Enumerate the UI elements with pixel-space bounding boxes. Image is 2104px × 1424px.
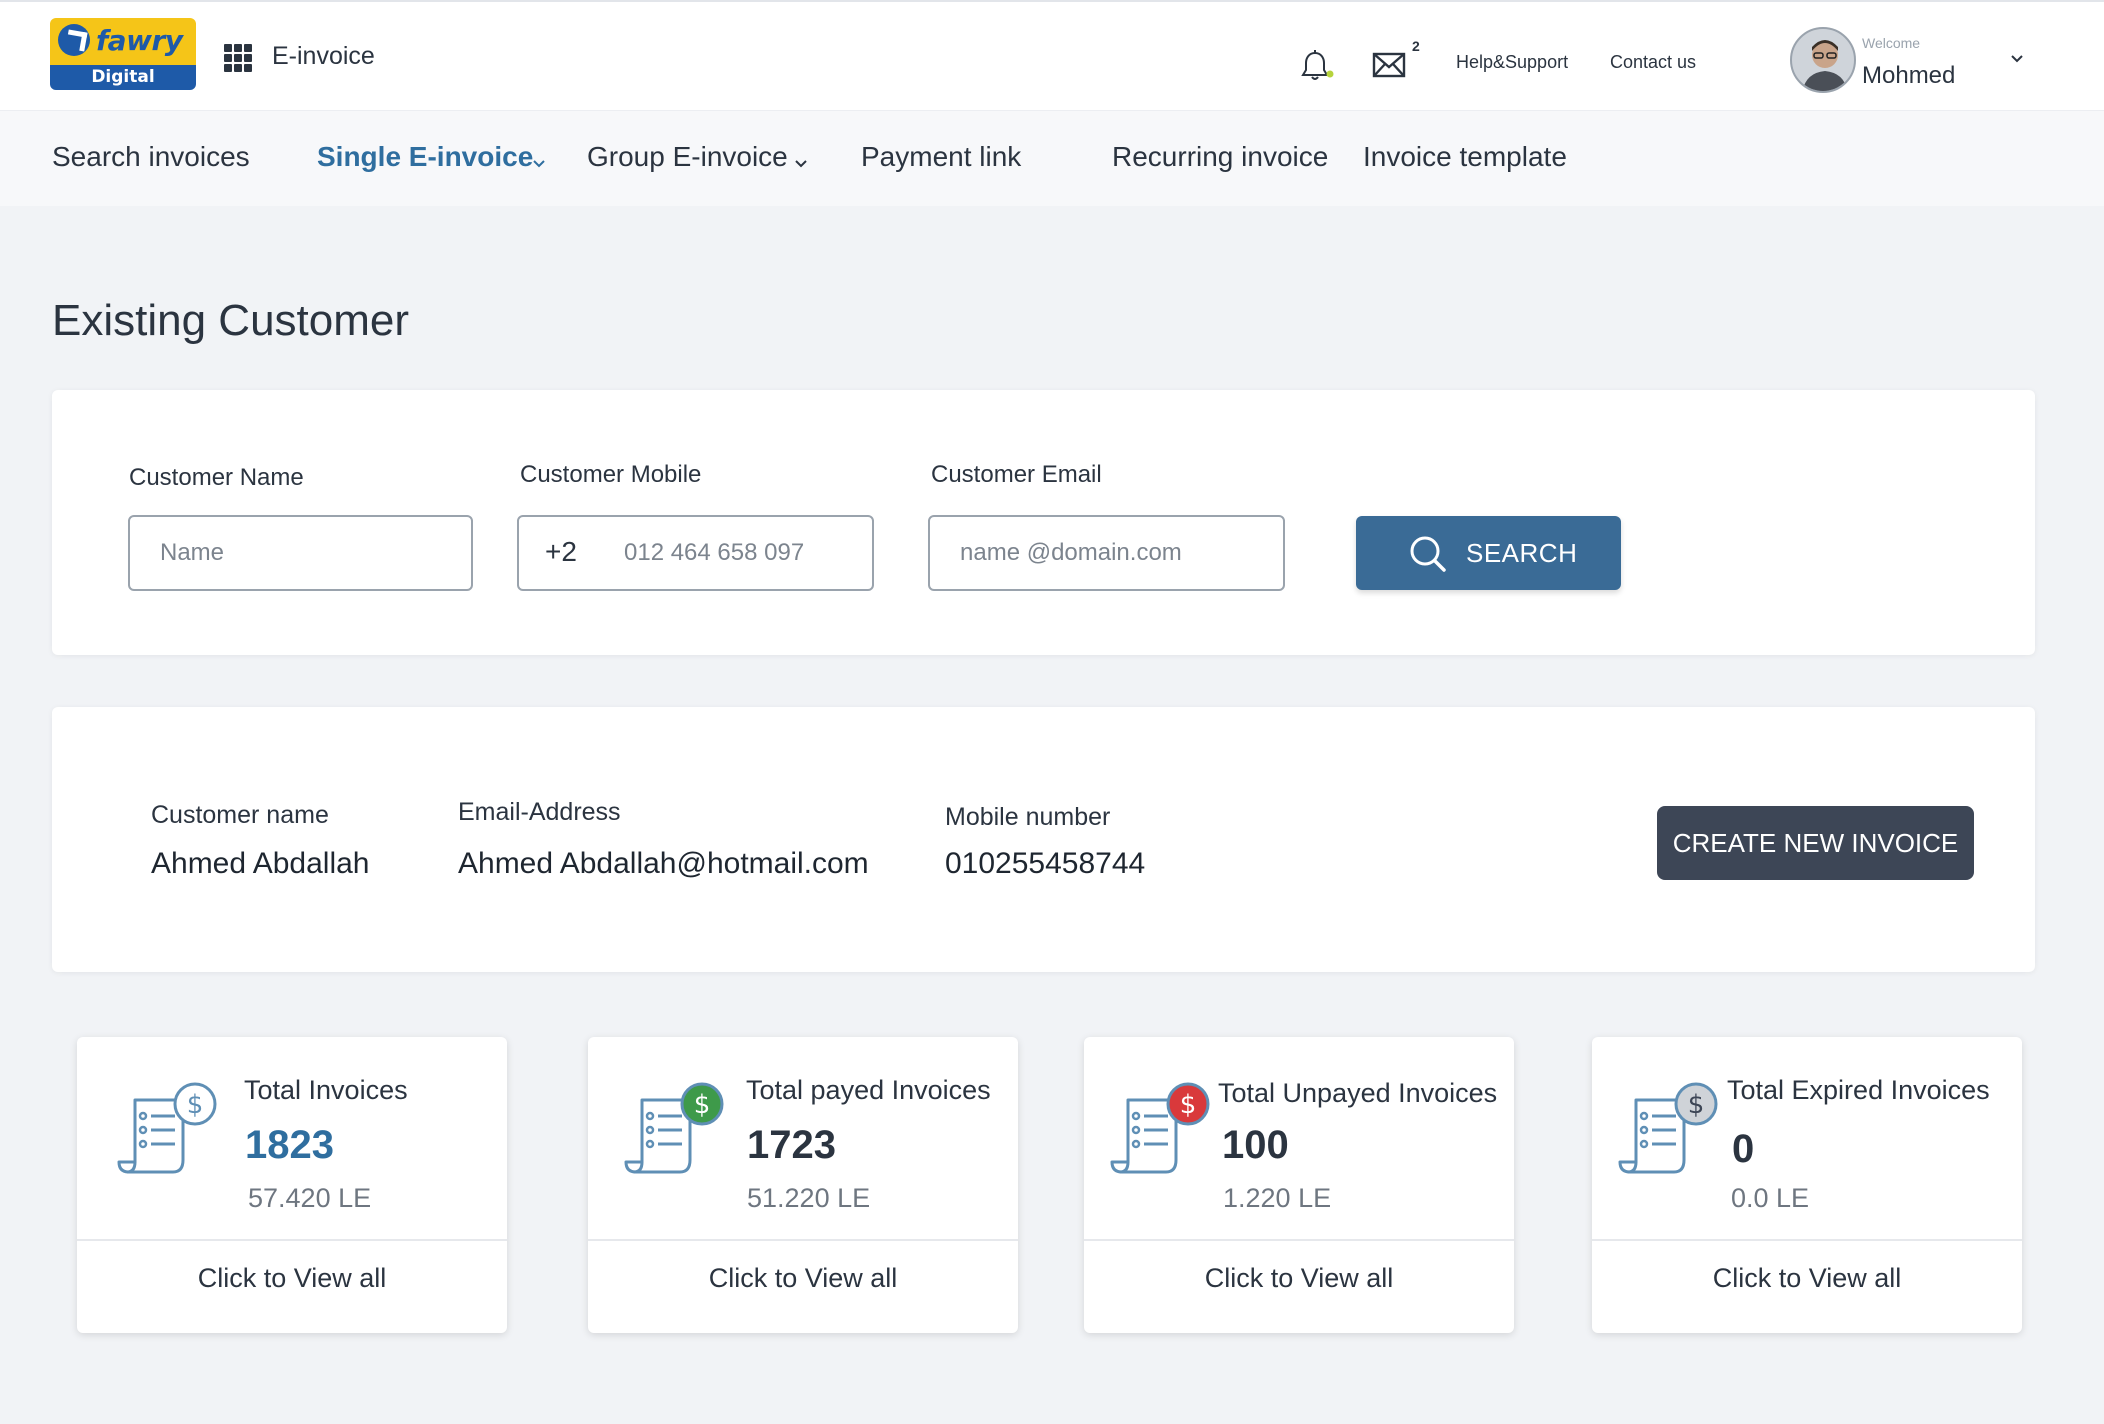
- welcome-label: Welcome: [1862, 35, 1921, 51]
- stat-card-unpayed: $ Total Unpayed Invoices 100 1.220 LE Cl…: [1084, 1037, 1514, 1333]
- customer-name-value: Ahmed Abdallah: [151, 847, 370, 880]
- stat-card-payed: $ Total payed Invoices 1723 51.220 LE Cl…: [588, 1037, 1018, 1333]
- email-address-value: Ahmed Abdallah@hotmail.com: [458, 847, 869, 880]
- svg-text:$: $: [694, 1090, 711, 1120]
- customer-email-input[interactable]: name @domain.com: [928, 515, 1285, 591]
- notification-bell-icon[interactable]: [1298, 48, 1334, 84]
- stat-count: 100: [1222, 1123, 1289, 1167]
- view-all-link[interactable]: Click to View all: [77, 1263, 507, 1294]
- nav-payment-link[interactable]: Payment link: [861, 141, 1021, 173]
- svg-text:$: $: [1180, 1090, 1197, 1120]
- stat-title: Total payed Invoices: [746, 1075, 991, 1105]
- nav-invoice-template[interactable]: Invoice template: [1363, 141, 1567, 173]
- mail-count-badge: 2: [1412, 38, 1420, 54]
- svg-text:$: $: [1688, 1090, 1705, 1120]
- stat-amount: 1.220 LE: [1223, 1183, 1332, 1213]
- svg-text:$: $: [187, 1090, 204, 1120]
- fawry-logo[interactable]: fawry Digital: [50, 18, 196, 90]
- page-title: Existing Customer: [52, 296, 410, 345]
- main-nav: Search invoices Single E-invoice Group E…: [0, 111, 2104, 206]
- user-name[interactable]: Mohmed: [1862, 62, 1955, 90]
- stat-card-total: $ Total Invoices 1823 57.420 LE Click to…: [77, 1037, 507, 1333]
- search-icon: [1410, 536, 1446, 572]
- stat-count: 0: [1732, 1127, 1755, 1171]
- view-all-link[interactable]: Click to View all: [588, 1263, 1018, 1294]
- stat-title: Total Unpayed Invoices: [1218, 1078, 1498, 1108]
- invoice-dollar-icon: $: [117, 1082, 217, 1174]
- stat-count: 1823: [245, 1123, 334, 1167]
- top-header: fawry Digital E-invoice 2 Help&Support C…: [0, 0, 2104, 111]
- nav-search-invoices[interactable]: Search invoices: [52, 141, 250, 173]
- country-code-prefix: +2: [545, 536, 577, 567]
- view-all-link[interactable]: Click to View all: [1592, 1263, 2022, 1294]
- create-new-invoice-button[interactable]: CREATE NEW INVOICE: [1657, 806, 1974, 880]
- invoice-expired-icon: $: [1618, 1082, 1718, 1174]
- customer-mobile-label: Customer Mobile: [520, 461, 702, 488]
- stat-title: Total Expired Invoices: [1727, 1075, 1990, 1105]
- chevron-down-icon[interactable]: [532, 157, 546, 171]
- customer-email-label: Customer Email: [931, 461, 1102, 488]
- chevron-down-icon[interactable]: [2010, 52, 2024, 66]
- mobile-number-value: 010255458744: [945, 847, 1146, 880]
- customer-name-input[interactable]: Name: [128, 515, 473, 591]
- chevron-down-icon[interactable]: [794, 157, 808, 171]
- search-button[interactable]: SEARCH: [1356, 516, 1621, 590]
- app-title: E-invoice: [272, 42, 375, 70]
- logo-sub: Digital: [50, 65, 196, 90]
- nav-group-e-invoice[interactable]: Group E-invoice: [587, 141, 788, 173]
- customer-name-label: Customer Name: [129, 464, 304, 491]
- stat-amount: 57.420 LE: [248, 1183, 372, 1213]
- help-support-link[interactable]: Help&Support: [1456, 52, 1568, 73]
- invoice-paid-icon: $: [624, 1082, 724, 1174]
- customer-name-field-label: Customer name: [151, 801, 329, 829]
- stat-count: 1723: [747, 1123, 836, 1167]
- nav-recurring-invoice[interactable]: Recurring invoice: [1112, 141, 1328, 173]
- mobile-number-label: Mobile number: [945, 803, 1111, 831]
- nav-single-e-invoice[interactable]: Single E-invoice: [317, 141, 533, 173]
- invoice-unpaid-icon: $: [1110, 1082, 1210, 1174]
- view-all-link[interactable]: Click to View all: [1084, 1263, 1514, 1294]
- stat-title: Total Invoices: [244, 1075, 408, 1105]
- stat-amount: 0.0 LE: [1731, 1183, 1810, 1213]
- email-address-label: Email-Address: [458, 798, 621, 826]
- apps-grid-icon[interactable]: [224, 44, 252, 72]
- stat-amount: 51.220 LE: [747, 1183, 871, 1213]
- stat-card-expired: $ Total Expired Invoices 0 0.0 LE Click …: [1592, 1037, 2022, 1333]
- logo-word: fawry: [96, 24, 183, 57]
- search-button-label: SEARCH: [1466, 538, 1578, 568]
- logo-mark-icon: [58, 24, 90, 56]
- contact-us-link[interactable]: Contact us: [1610, 52, 1696, 73]
- mail-icon[interactable]: [1372, 50, 1408, 80]
- user-avatar[interactable]: [1790, 27, 1856, 93]
